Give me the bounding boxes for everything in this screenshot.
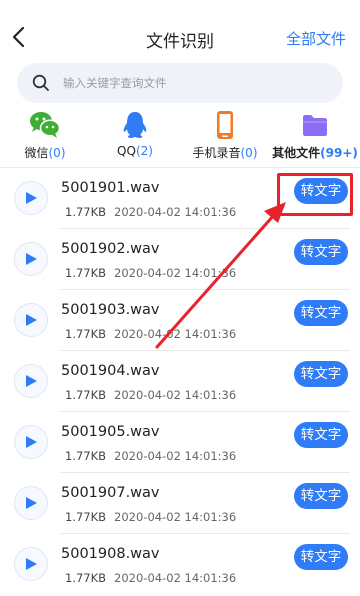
play-button[interactable]: [14, 364, 48, 398]
play-button[interactable]: [14, 425, 48, 459]
tab-phone-recording[interactable]: 手机录音(0): [180, 106, 270, 164]
file-name: 5001908.wav: [61, 546, 160, 562]
tab-qq[interactable]: QQ(2): [90, 106, 180, 164]
all-files-link[interactable]: 全部文件: [286, 28, 346, 49]
tab-label: 手机录音(0): [192, 146, 258, 160]
phone-recorder-icon: [209, 110, 241, 140]
convert-to-text-button[interactable]: 转文字: [294, 483, 348, 509]
search-input[interactable]: [63, 73, 323, 93]
convert-to-text-button[interactable]: 转文字: [294, 361, 348, 387]
source-tabs: 微信(0) QQ(2) 手机录音(0) 其他文件(99+): [0, 106, 360, 164]
file-name: 5001903.wav: [61, 302, 160, 318]
file-meta: 1.77KB 2020-04-02 14:01:36: [65, 388, 237, 402]
list-item: 5001902.wav 1.77KB 2020-04-02 14:01:36 转文…: [0, 229, 360, 290]
file-name: 5001902.wav: [61, 241, 160, 257]
play-button[interactable]: [14, 303, 48, 337]
list-item: 5001908.wav 1.77KB 2020-04-02 14:01:36 转文…: [0, 534, 360, 595]
file-meta: 1.77KB 2020-04-02 14:01:36: [65, 205, 237, 219]
search-icon: [32, 74, 50, 92]
wechat-icon: [29, 110, 61, 140]
search-bar[interactable]: [17, 63, 343, 103]
file-meta: 1.77KB 2020-04-02 14:01:36: [65, 449, 237, 463]
play-button[interactable]: [14, 547, 48, 581]
file-name: 5001904.wav: [61, 363, 160, 379]
folder-icon: [299, 110, 331, 140]
play-button[interactable]: [14, 242, 48, 276]
list-item: 5001905.wav 1.77KB 2020-04-02 14:01:36 转文…: [0, 412, 360, 473]
file-name: 5001907.wav: [61, 485, 160, 501]
play-button[interactable]: [14, 486, 48, 520]
qq-icon: [119, 110, 151, 140]
tab-label: 微信(0): [24, 146, 66, 160]
tab-wechat[interactable]: 微信(0): [0, 106, 90, 164]
play-button[interactable]: [14, 181, 48, 215]
file-name: 5001905.wav: [61, 424, 160, 440]
file-meta: 1.77KB 2020-04-02 14:01:36: [65, 571, 237, 585]
file-meta: 1.77KB 2020-04-02 14:01:36: [65, 510, 237, 524]
tab-other-files[interactable]: 其他文件(99+): [270, 106, 360, 164]
list-item: 5001904.wav 1.77KB 2020-04-02 14:01:36 转文…: [0, 351, 360, 412]
convert-to-text-button[interactable]: 转文字: [294, 300, 348, 326]
tab-label: QQ(2): [117, 144, 153, 158]
list-item: 5001907.wav 1.77KB 2020-04-02 14:01:36 转文…: [0, 473, 360, 534]
convert-to-text-button[interactable]: 转文字: [294, 239, 348, 265]
file-meta: 1.77KB 2020-04-02 14:01:36: [65, 266, 237, 280]
annotation-highlight-box: [277, 173, 353, 216]
convert-to-text-button[interactable]: 转文字: [294, 422, 348, 448]
list-item: 5001903.wav 1.77KB 2020-04-02 14:01:36 转文…: [0, 290, 360, 351]
convert-to-text-button[interactable]: 转文字: [294, 544, 348, 570]
top-bar: 文件识别 全部文件: [0, 0, 360, 58]
tab-label: 其他文件(99+): [272, 146, 358, 160]
file-name: 5001901.wav: [61, 180, 160, 196]
file-meta: 1.77KB 2020-04-02 14:01:36: [65, 327, 237, 341]
